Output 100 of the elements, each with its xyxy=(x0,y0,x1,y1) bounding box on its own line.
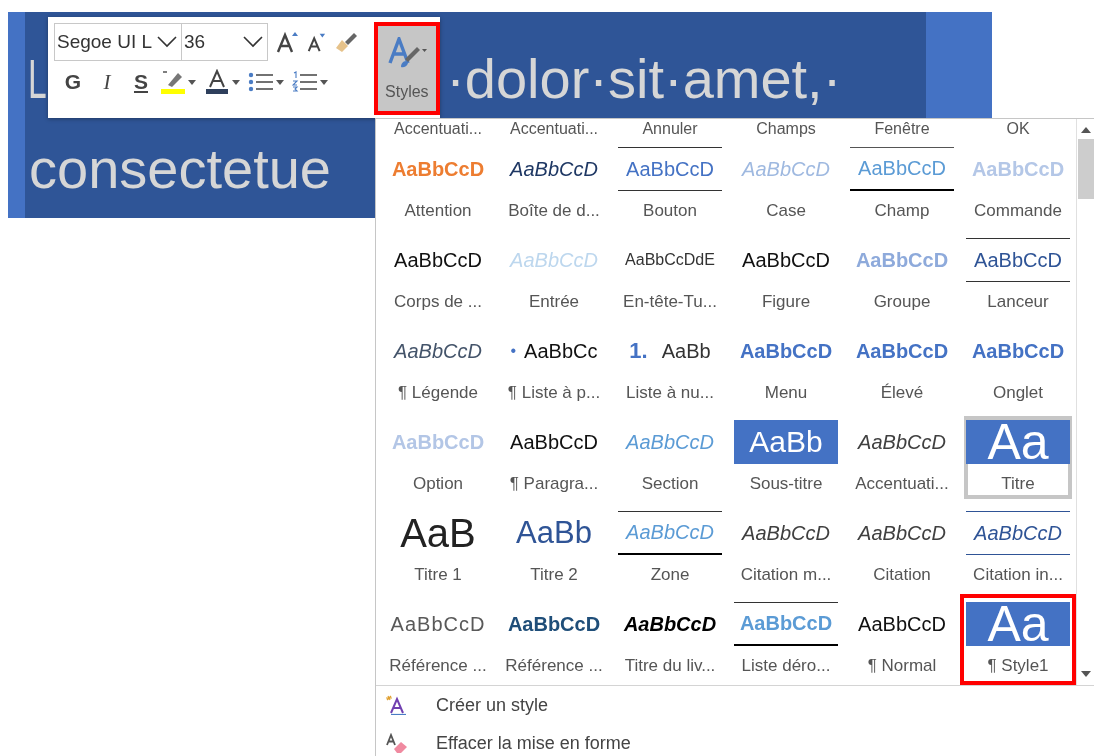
style-sample: AaBbCcD xyxy=(394,339,482,363)
style-name: Champs xyxy=(755,119,817,139)
scroll-down-icon[interactable] xyxy=(1080,671,1091,677)
style-name: Boîte de d... xyxy=(508,200,600,222)
highlighter-icon[interactable] xyxy=(160,69,186,95)
list-marker: 1. xyxy=(629,338,648,364)
style-item[interactable]: AaBbCcD Menu xyxy=(728,321,844,412)
style-name: Accentuati... xyxy=(855,473,949,495)
style-sample: AaBb xyxy=(516,515,592,551)
style-item[interactable]: • AaBbCc ¶ Liste à p... xyxy=(496,321,612,412)
caret-icon[interactable] xyxy=(320,79,328,85)
style-item[interactable]: AaBbCcD Citation m... xyxy=(728,503,844,594)
style-sample: AaBbCcD xyxy=(739,612,833,635)
style-name: Champ xyxy=(874,200,930,222)
style-item[interactable]: AaBbCcD Onglet xyxy=(960,321,1076,412)
scroll-up-icon[interactable] xyxy=(1080,127,1091,133)
font-size-field[interactable]: 36 xyxy=(182,23,268,61)
bullet-list-icon[interactable] xyxy=(248,71,274,93)
font-name-field[interactable]: Segoe UI L xyxy=(54,23,182,61)
style-sample: AaBbCcD xyxy=(974,521,1062,545)
style-item[interactable]: AaBbCcD Titre du liv... xyxy=(612,594,728,685)
menu-item[interactable]: Créer un style xyxy=(376,686,1094,724)
style-item[interactable]: Aa Titre xyxy=(960,412,1076,503)
style-sample: AaBbCcD xyxy=(623,612,717,636)
numbered-list-icon[interactable] xyxy=(292,71,318,93)
style-item[interactable]: AaBbCcD Case xyxy=(728,139,844,230)
style-name: Référence ... xyxy=(505,655,603,677)
style-name: Citation in... xyxy=(973,564,1063,586)
style-sample: AaBbCcD xyxy=(391,430,485,454)
style-name: Bouton xyxy=(643,200,697,222)
style-item[interactable]: AaBbCcD ¶ Paragra... xyxy=(496,412,612,503)
caret-icon[interactable] xyxy=(188,79,196,85)
format-button[interactable]: I xyxy=(92,69,122,95)
style-sample: AaBbCcD xyxy=(858,612,946,636)
style-name: Accentuati... xyxy=(508,119,599,139)
style-item[interactable]: AaBbCcD Figure xyxy=(728,230,844,321)
format-button[interactable]: S xyxy=(126,70,156,94)
scroll-thumb[interactable] xyxy=(1077,139,1094,199)
style-item[interactable]: AaBbCcDdE En-tête-Tu... xyxy=(612,230,728,321)
grow-font-icon[interactable] xyxy=(276,31,298,53)
chevron-down-icon xyxy=(243,36,263,48)
style-item[interactable]: AaBbCcD Citation xyxy=(844,503,960,594)
style-name: Lanceur xyxy=(987,291,1049,313)
paintbrush-icon[interactable] xyxy=(334,30,358,54)
style-item[interactable]: AaBbCcD Groupe xyxy=(844,230,960,321)
style-name: En-tête-Tu... xyxy=(623,291,717,313)
style-item[interactable]: AaBbCcD Bouton xyxy=(612,139,728,230)
style-item[interactable]: AaBbCcD Référence ... xyxy=(496,594,612,685)
style-sample: AaBbCcD xyxy=(742,157,830,181)
style-name: ¶ Style1 xyxy=(987,655,1049,677)
style-item[interactable]: Aa ¶ Style1 xyxy=(960,594,1076,685)
style-name: Élevé xyxy=(880,382,924,404)
style-item[interactable]: AaBbCcD Élevé xyxy=(844,321,960,412)
style-item[interactable]: AaBbCcD Référence ... xyxy=(380,594,496,685)
style-item[interactable]: AaBbCcD ¶ Légende xyxy=(380,321,496,412)
style-item[interactable]: AaBbCcD Attention xyxy=(380,139,496,230)
style-item[interactable]: AaBb Titre 2 xyxy=(496,503,612,594)
style-name: Case xyxy=(766,200,806,222)
style-item[interactable]: AaBbCcD Citation in... xyxy=(960,503,1076,594)
style-name: ¶ Normal xyxy=(867,655,937,677)
style-name: Liste à nu... xyxy=(626,382,714,404)
style-item[interactable]: AaBbCcD Lanceur xyxy=(960,230,1076,321)
style-name: Sous-titre xyxy=(749,473,823,495)
shrink-font-icon[interactable] xyxy=(306,32,326,52)
style-item[interactable]: AaBbCcD Accentuati... xyxy=(844,412,960,503)
style-item[interactable]: AaBbCcD Zone xyxy=(612,503,728,594)
font-color-icon[interactable] xyxy=(204,69,230,95)
style-sample: AaBbCcD xyxy=(742,521,830,545)
style-sample: AaBbCcD xyxy=(742,248,830,272)
style-sample: AaBbCcD xyxy=(739,339,833,363)
style-name: Attention xyxy=(404,200,472,222)
document-text: consectetue xyxy=(29,141,331,197)
style-item[interactable]: AaBbCcD Section xyxy=(612,412,728,503)
style-sample: AaBbCcD xyxy=(510,430,598,454)
style-name: Commande xyxy=(974,200,1062,222)
caret-icon[interactable] xyxy=(232,79,240,85)
style-item[interactable]: 1. AaBb Liste à nu... xyxy=(612,321,728,412)
style-item[interactable]: AaBbCcD Champ xyxy=(844,139,960,230)
style-item[interactable]: AaBbCcD Option xyxy=(380,412,496,503)
style-name: Corps de ... xyxy=(394,291,482,313)
menu-item[interactable]: Effacer la mise en forme xyxy=(376,724,1094,756)
style-item[interactable]: AaBbCcD Corps de ... xyxy=(380,230,496,321)
styles-button[interactable]: Styles xyxy=(373,22,440,115)
style-item[interactable]: AaBb Sous-titre xyxy=(728,412,844,503)
scrollbar[interactable] xyxy=(1076,119,1094,685)
style-sample: AaBbCcD xyxy=(971,339,1065,363)
style-item[interactable]: AaBbCcD Liste déro... xyxy=(728,594,844,685)
style-sample: Aa xyxy=(987,602,1049,646)
style-name: OK xyxy=(1005,119,1031,139)
caret-icon[interactable] xyxy=(276,79,284,85)
style-item[interactable]: AaBbCcD ¶ Normal xyxy=(844,594,960,685)
style-name: Entrée xyxy=(528,291,580,313)
style-name: Option xyxy=(412,473,464,495)
style-item[interactable]: AaB Titre 1 xyxy=(380,503,496,594)
style-sample: AaBbCcD xyxy=(391,157,485,181)
style-item[interactable]: AaBbCcD Boîte de d... xyxy=(496,139,612,230)
format-button[interactable]: G xyxy=(58,70,88,94)
style-item[interactable]: AaBbCcD Entrée xyxy=(496,230,612,321)
style-item[interactable]: AaBbCcD Commande xyxy=(960,139,1076,230)
style-sample: AaBbCcD xyxy=(855,248,949,272)
